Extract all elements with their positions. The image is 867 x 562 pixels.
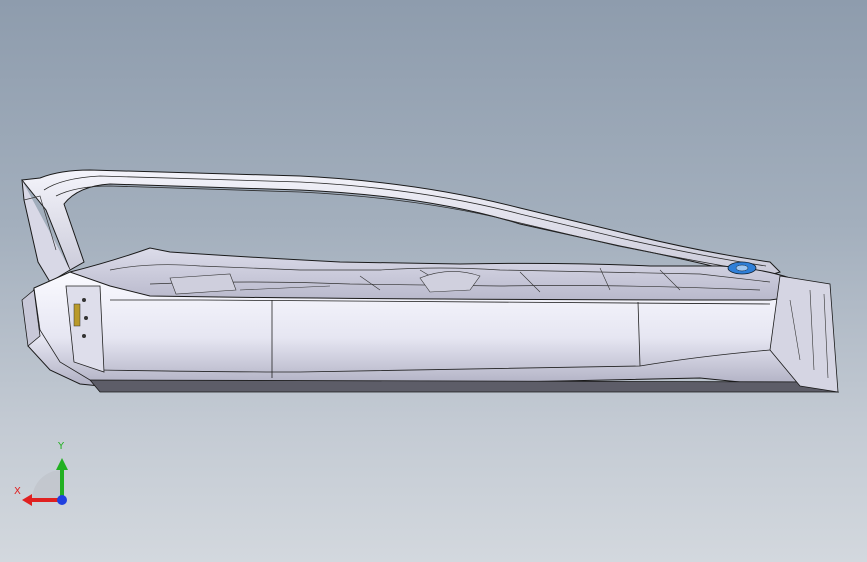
z-axis-dot-icon (57, 495, 67, 505)
door-panel-model[interactable] (0, 0, 867, 562)
bolt-hole-icon (84, 316, 88, 320)
graphics-viewport[interactable]: X Y (0, 0, 867, 562)
bolt-hole-icon (82, 298, 86, 302)
coordinate-triad[interactable] (10, 440, 80, 510)
bolt-hole-icon (82, 334, 86, 338)
y-axis-label: Y (58, 441, 65, 452)
x-axis-label: X (14, 486, 21, 497)
